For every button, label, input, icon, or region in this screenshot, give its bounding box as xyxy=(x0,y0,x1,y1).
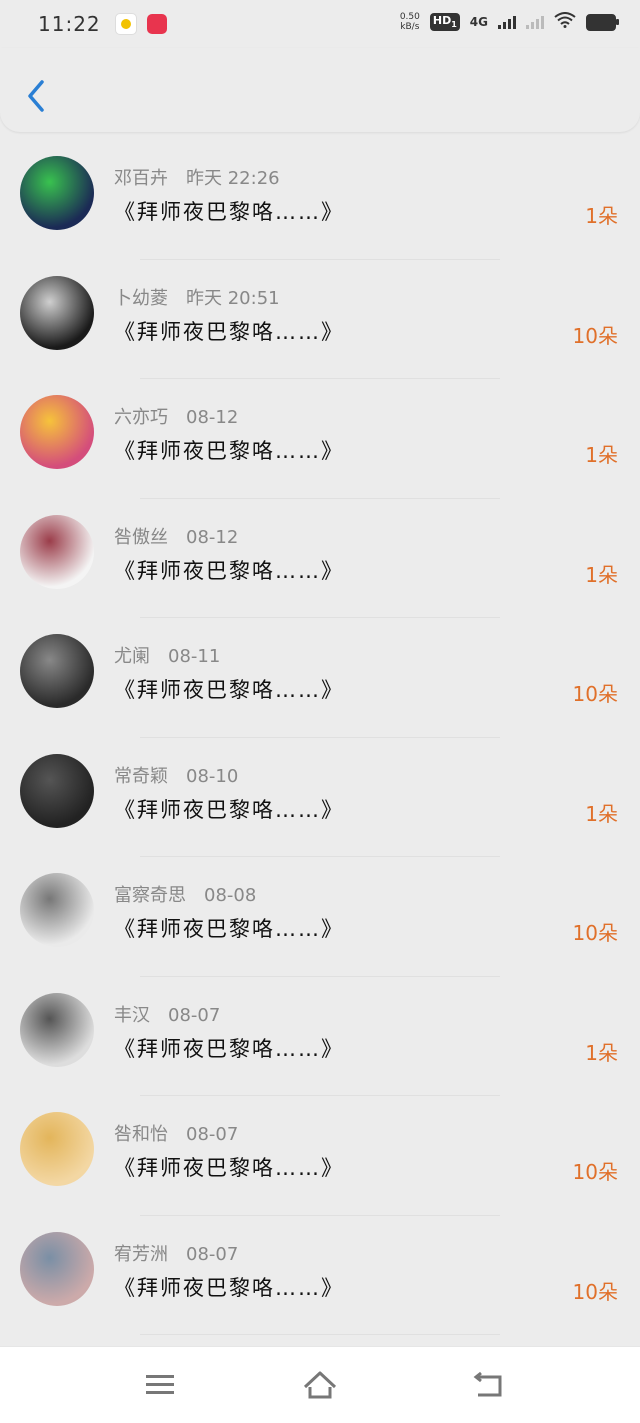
home-icon xyxy=(303,1371,337,1399)
list-item[interactable]: 宥芳洲 08-07 《拜师夜巴黎咯……》 10朵 xyxy=(0,1216,640,1336)
work-title: 《拜师夜巴黎咯……》 xyxy=(114,200,344,224)
hd-sub: 1 xyxy=(451,20,457,30)
sender-meta: 富察奇思 08-08 xyxy=(114,881,256,907)
home-button[interactable] xyxy=(300,1367,340,1403)
flower-count: 10朵 xyxy=(572,921,618,945)
wifi-icon xyxy=(554,12,576,32)
work-title: 《拜师夜巴黎咯……》 xyxy=(114,1036,344,1061)
sender-name: 咎傲丝 xyxy=(114,526,168,548)
list-item[interactable]: 丰汉 08-07 《拜师夜巴黎咯……》 1朵 xyxy=(0,977,640,1097)
send-date: 08-10 xyxy=(186,765,239,787)
sender-meta: 邓百卉 昨天 22:26 xyxy=(114,164,280,190)
network-speed-unit: kB/s xyxy=(400,22,420,32)
work-title: 《拜师夜巴黎咯……》 xyxy=(114,1156,344,1180)
work-title: 《拜师夜巴黎咯……》 xyxy=(114,319,344,344)
chevron-left-icon xyxy=(28,80,44,112)
flower-count: 10朵 xyxy=(572,323,618,348)
app-notification-icon xyxy=(114,13,137,35)
app-header xyxy=(0,48,640,132)
flower-count: 10朵 xyxy=(572,1160,618,1184)
sender-name: 富察奇思 xyxy=(114,885,186,906)
system-navbar xyxy=(0,1346,640,1423)
avatar[interactable] xyxy=(20,275,94,350)
sender-meta: 常奇颖 08-10 xyxy=(114,762,238,788)
work-title: 《拜师夜巴黎咯……》 xyxy=(114,439,344,463)
sender-meta: 咎傲丝 08-12 xyxy=(114,523,238,549)
status-indicators: 0.50 kB/s HD1 4G xyxy=(400,12,619,32)
sender-name: 邓百卉 xyxy=(114,168,168,189)
sender-name: 常奇颖 xyxy=(114,765,168,787)
sender-meta: 丰汉 08-07 xyxy=(114,1001,220,1027)
list-item[interactable]: 卜幼菱 昨天 20:51 《拜师夜巴黎咯……》 10朵 xyxy=(0,260,640,380)
sender-name: 卜幼菱 xyxy=(114,287,168,309)
avatar[interactable] xyxy=(20,156,94,230)
status-bar: 11:22 0.50 kB/s HD1 4G xyxy=(0,0,640,48)
send-date: 昨天 22:26 xyxy=(186,168,280,189)
gift-record-list: 邓百卉 昨天 22:26 《拜师夜巴黎咯……》 1朵 卜幼菱 昨天 20:51 《拜… xyxy=(0,140,640,1335)
send-date: 08-08 xyxy=(204,885,257,906)
send-date: 08-12 xyxy=(186,526,239,548)
status-time: 11:22 xyxy=(38,12,101,36)
signal-icon xyxy=(498,15,516,29)
signal-2-icon xyxy=(526,15,544,29)
flower-count: 1朵 xyxy=(585,443,618,467)
flower-count: 1朵 xyxy=(585,204,618,228)
send-date: 08-12 xyxy=(186,407,239,428)
work-title: 《拜师夜巴黎咯……》 xyxy=(114,797,344,822)
network-speed: 0.50 kB/s xyxy=(400,12,420,32)
list-item[interactable]: 咎和怡 08-07 《拜师夜巴黎咯……》 10朵 xyxy=(0,1096,640,1216)
hd-badge: HD1 xyxy=(429,13,460,31)
send-date: 08-07 xyxy=(186,1243,239,1265)
list-item[interactable]: 邓百卉 昨天 22:26 《拜师夜巴黎咯……》 1朵 xyxy=(0,140,640,260)
avatar[interactable] xyxy=(20,753,94,828)
send-date: 昨天 20:51 xyxy=(186,287,280,309)
sender-meta: 尤阑 08-11 xyxy=(114,642,220,668)
work-title: 《拜师夜巴黎咯……》 xyxy=(114,678,344,702)
back-button[interactable] xyxy=(22,78,50,114)
avatar[interactable] xyxy=(20,514,94,589)
avatar[interactable] xyxy=(20,1112,94,1186)
sender-meta: 咎和怡 08-07 xyxy=(114,1120,238,1146)
list-item[interactable]: 咎傲丝 08-12 《拜师夜巴黎咯……》 1朵 xyxy=(0,499,640,619)
menu-icon xyxy=(146,1375,174,1394)
flower-count: 10朵 xyxy=(572,1279,618,1304)
list-item[interactable]: 富察奇思 08-08 《拜师夜巴黎咯……》 10朵 xyxy=(0,857,640,977)
sender-meta: 六亦巧 08-12 xyxy=(114,403,238,429)
send-date: 08-07 xyxy=(168,1004,221,1026)
work-title: 《拜师夜巴黎咯……》 xyxy=(114,917,344,941)
list-item[interactable]: 六亦巧 08-12 《拜师夜巴黎咯……》 1朵 xyxy=(0,379,640,499)
avatar[interactable] xyxy=(20,1231,94,1306)
flower-count: 10朵 xyxy=(572,682,618,706)
menu-button[interactable] xyxy=(140,1367,180,1403)
sender-name: 丰汉 xyxy=(114,1004,150,1026)
battery-icon xyxy=(586,13,619,31)
work-title: 《拜师夜巴黎咯……》 xyxy=(114,558,344,583)
network-speed-value: 0.50 xyxy=(399,12,420,22)
send-date: 08-07 xyxy=(186,1124,239,1145)
return-button[interactable] xyxy=(468,1367,508,1403)
avatar[interactable] xyxy=(20,634,94,708)
avatar[interactable] xyxy=(20,992,94,1067)
flower-count: 1朵 xyxy=(585,562,618,587)
sender-meta: 宥芳洲 08-07 xyxy=(114,1240,238,1266)
hd-label: HD xyxy=(432,14,452,28)
work-title: 《拜师夜巴黎咯……》 xyxy=(114,1275,344,1300)
avatar[interactable] xyxy=(20,873,94,947)
sender-name: 尤阑 xyxy=(114,646,150,667)
list-item[interactable]: 常奇颖 08-10 《拜师夜巴黎咯……》 1朵 xyxy=(0,738,640,858)
sender-meta: 卜幼菱 昨天 20:51 xyxy=(114,284,280,310)
send-date: 08-11 xyxy=(168,646,221,667)
avatar[interactable] xyxy=(20,395,94,469)
sender-name: 宥芳洲 xyxy=(114,1243,168,1265)
sender-name: 六亦巧 xyxy=(114,407,168,428)
sender-name: 咎和怡 xyxy=(114,1124,168,1145)
network-type: 4G xyxy=(469,15,488,29)
app-notification-icon-2 xyxy=(146,14,167,34)
return-icon xyxy=(473,1371,502,1397)
list-item[interactable]: 尤阑 08-11 《拜师夜巴黎咯……》 10朵 xyxy=(0,618,640,738)
flower-count: 1朵 xyxy=(585,801,618,826)
flower-count: 1朵 xyxy=(585,1040,618,1065)
